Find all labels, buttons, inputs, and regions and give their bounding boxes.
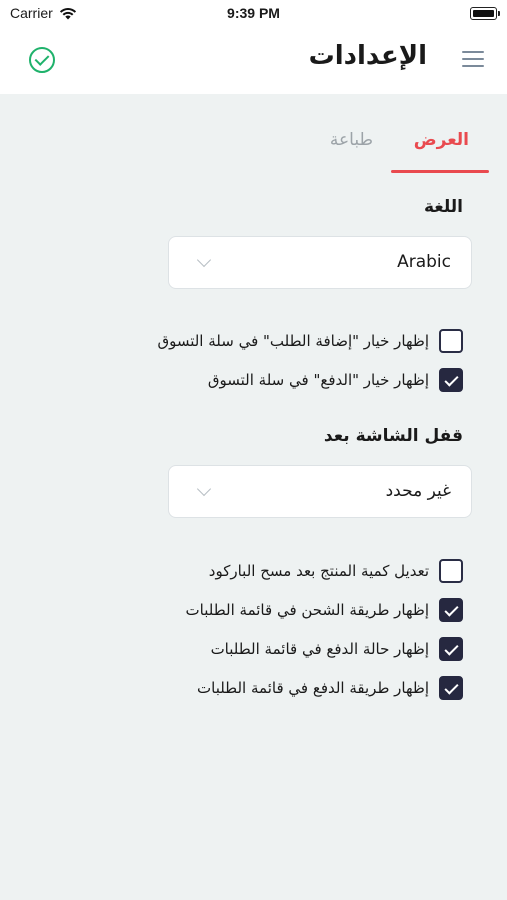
chevron-down-icon [196,481,212,497]
option-payment-method-in-orders[interactable]: إظهار طريقة الدفع في قائمة الطلبات [197,675,463,701]
option-payment-in-cart[interactable]: إظهار خيار "الدفع" في سلة التسوق [208,367,463,393]
status-bar: Carrier 9:39 PM [0,0,507,28]
battery-icon [470,7,500,20]
checkbox[interactable] [439,559,463,583]
checkbox-checked[interactable] [439,676,463,700]
check-circle-icon[interactable] [29,47,55,73]
tab-display[interactable]: العرض [414,130,469,150]
chevron-down-icon [196,252,212,268]
option-label: إظهار طريقة الشحن في قائمة الطلبات [185,601,429,619]
checkbox-checked[interactable] [439,637,463,661]
option-payment-status-in-orders[interactable]: إظهار حالة الدفع في قائمة الطلبات [211,636,463,662]
option-edit-quantity-after-scan[interactable]: تعديل كمية المنتج بعد مسح الباركود [209,558,463,584]
tab-print[interactable]: طباعة [330,130,373,150]
screen-lock-select[interactable]: غير محدد [168,465,472,518]
option-label: تعديل كمية المنتج بعد مسح الباركود [208,562,429,580]
language-select[interactable]: Arabic [168,236,472,289]
app-header: الإعدادات [0,28,507,94]
active-tab-indicator [391,170,489,173]
checkbox[interactable] [439,329,463,353]
screen-lock-value: غير محدد [385,481,451,501]
status-time: 9:39 PM [227,5,280,21]
screen-lock-label: قفل الشاشة بعد [323,426,463,446]
option-shipping-method-in-orders[interactable]: إظهار طريقة الشحن في قائمة الطلبات [186,597,463,623]
settings-tabs: العرض طباعة [0,94,507,174]
checkbox-checked[interactable] [439,368,463,392]
hamburger-menu-icon[interactable] [462,51,484,67]
option-label: إظهار حالة الدفع في قائمة الطلبات [210,640,429,658]
option-label: إظهار طريقة الدفع في قائمة الطلبات [197,679,429,697]
language-label: اللغة [423,197,463,217]
language-value: Arabic [397,252,451,272]
option-add-order-in-cart[interactable]: إظهار خيار "إضافة الطلب" في سلة التسوق [157,328,463,354]
page-title: الإعدادات [308,41,427,71]
option-label: إظهار خيار "إضافة الطلب" في سلة التسوق [157,332,429,350]
checkbox-checked[interactable] [439,598,463,622]
option-label: إظهار خيار "الدفع" في سلة التسوق [207,371,429,389]
